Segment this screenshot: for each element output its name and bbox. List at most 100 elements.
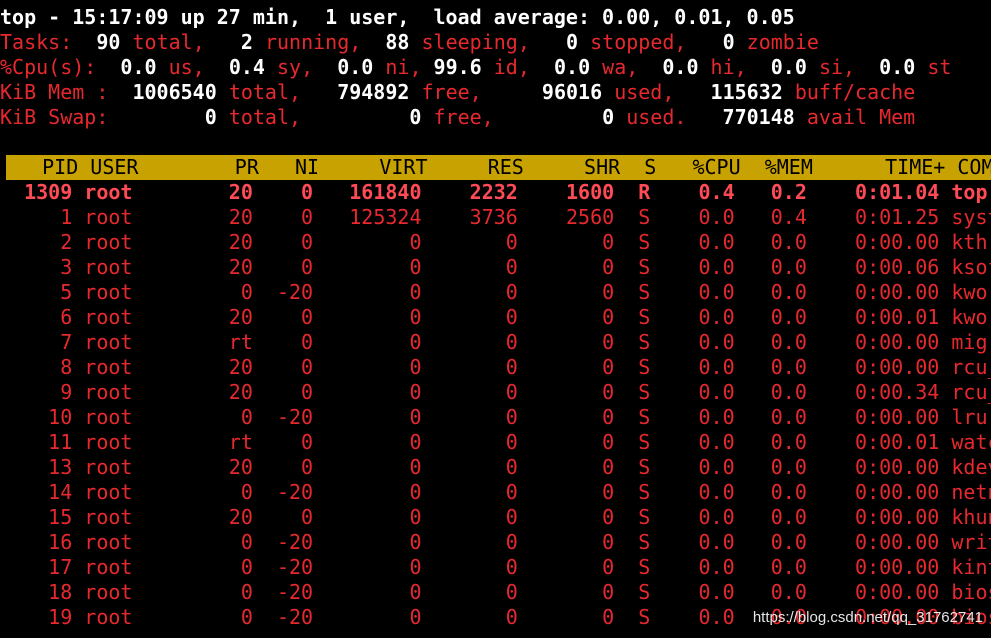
mem-used-label: used,: [614, 80, 675, 104]
process-row-shr: 0: [529, 405, 615, 429]
process-row-shr: 2560: [529, 205, 615, 229]
process-row-command: watchdog/0: [951, 430, 991, 454]
terminal-window[interactable]: top - 15:17:09 up 27 min, 1 user, load a…: [0, 5, 991, 630]
process-row-ni: -20: [264, 280, 314, 304]
process-row-state: S: [626, 505, 651, 529]
swap-avail: 770148: [722, 105, 795, 129]
process-row-ni: -20: [264, 530, 314, 554]
process-row-command: netns: [951, 480, 991, 504]
process-row-pid: 11: [0, 430, 73, 454]
process-row-state: S: [626, 405, 651, 429]
process-row-mem: 0.0: [746, 505, 807, 529]
process-row-user: root: [84, 405, 193, 429]
process-row-pid: 1309: [0, 180, 73, 204]
column-header-res: RES: [439, 155, 524, 179]
process-row-state: S: [626, 530, 651, 554]
process-row-virt: 0: [325, 380, 422, 404]
process-row-time: 0:00.01: [818, 430, 940, 454]
process-row-shr: 0: [529, 355, 615, 379]
process-row-shr: 0: [529, 505, 615, 529]
process-row[interactable]: 2 root 20 0 0 0 0 S 0.0 0.0 0:00.00 kthr…: [0, 230, 991, 255]
process-row-state: S: [626, 305, 651, 329]
process-row-res: 0: [433, 280, 518, 304]
process-row-pr: 20: [204, 380, 253, 404]
process-row-res: 0: [433, 330, 518, 354]
process-row-shr: 0: [529, 555, 615, 579]
process-row-res: 3736: [433, 205, 518, 229]
process-row[interactable]: 9 root 20 0 0 0 0 S 0.0 0.0 0:00.34 rcu_…: [0, 380, 991, 405]
process-row-shr: 0: [529, 580, 615, 604]
process-row[interactable]: 5 root 0 -20 0 0 0 S 0.0 0.0 0:00.00 kwo…: [0, 280, 991, 305]
process-row-state: S: [626, 255, 651, 279]
mem-line: KiB Mem : 1006540 total, 794892 free, 96…: [0, 80, 991, 105]
cpu-us: 0.0: [120, 55, 157, 79]
process-row[interactable]: 7 root rt 0 0 0 0 S 0.0 0.0 0:00.00 migr…: [0, 330, 991, 355]
column-header-command: COMMAND: [957, 155, 991, 179]
process-row-state: S: [626, 580, 651, 604]
cpu-si-label: si,: [818, 55, 856, 79]
process-row-time: 0:00.00: [818, 405, 940, 429]
process-row-command: bioset: [951, 580, 991, 604]
swap-free: 0: [409, 105, 422, 129]
process-row-state: S: [626, 380, 651, 404]
process-row-res: 0: [433, 530, 518, 554]
process-row[interactable]: 18 root 0 -20 0 0 0 S 0.0 0.0 0:00.00 bi…: [0, 580, 991, 605]
process-row[interactable]: 1 root 20 0 125324 3736 2560 S 0.0 0.4 0…: [0, 205, 991, 230]
process-row-virt: 0: [325, 530, 422, 554]
process-row[interactable]: 1309 root 20 0 161840 2232 1600 R 0.4 0.…: [0, 180, 991, 205]
process-row-mem: 0.0: [746, 480, 807, 504]
process-row-state: S: [626, 605, 651, 629]
process-row-virt: 0: [325, 230, 422, 254]
column-header-virt: VIRT: [331, 155, 428, 179]
process-row[interactable]: 8 root 20 0 0 0 0 S 0.0 0.0 0:00.00 rcu_…: [0, 355, 991, 380]
process-row-pr: 0: [204, 555, 253, 579]
process-row-user: root: [84, 355, 193, 379]
process-row-ni: 0: [264, 380, 314, 404]
process-row-user: root: [84, 280, 193, 304]
mem-free: 794892: [337, 80, 410, 104]
process-row[interactable]: 17 root 0 -20 0 0 0 S 0.0 0.0 0:00.00 ki…: [0, 555, 991, 580]
process-row-ni: -20: [264, 555, 314, 579]
process-row-mem: 0.0: [746, 430, 807, 454]
process-row-virt: 0: [325, 305, 422, 329]
cpu-st-label: st: [927, 55, 952, 79]
process-row-ni: -20: [264, 405, 314, 429]
process-row-mem: 0.4: [746, 205, 807, 229]
process-row[interactable]: 10 root 0 -20 0 0 0 S 0.0 0.0 0:00.00 lr…: [0, 405, 991, 430]
process-table-header[interactable]: PID USER PR NI VIRT RES SHR S %CPU %MEM …: [6, 155, 991, 180]
tasks-stopped-label: stopped,: [590, 30, 687, 54]
tasks-sleeping: 88: [385, 30, 410, 54]
process-row-pid: 19: [0, 605, 73, 629]
process-row[interactable]: 11 root rt 0 0 0 0 S 0.0 0.0 0:00.01 wat…: [0, 430, 991, 455]
process-row-cpu: 0.0: [662, 530, 735, 554]
process-row-shr: 0: [529, 605, 615, 629]
process-row-state: S: [626, 480, 651, 504]
process-row[interactable]: 3 root 20 0 0 0 0 S 0.0 0.0 0:00.06 ksof…: [0, 255, 991, 280]
column-header-mem: %MEM: [752, 155, 813, 179]
process-row-user: root: [84, 555, 193, 579]
process-row-pid: 15: [0, 505, 73, 529]
mem-total: 1006540: [132, 80, 217, 104]
process-row[interactable]: 15 root 20 0 0 0 0 S 0.0 0.0 0:00.00 khu…: [0, 505, 991, 530]
process-row[interactable]: 16 root 0 -20 0 0 0 S 0.0 0.0 0:00.00 wr…: [0, 530, 991, 555]
process-row-res: 0: [433, 455, 518, 479]
swap-avail-label: avail Mem: [806, 105, 916, 129]
process-row-command: top: [951, 180, 988, 204]
process-row-pr: 20: [204, 230, 253, 254]
cpu-label: %Cpu(s):: [0, 55, 97, 79]
process-row-command: migration/0: [951, 330, 991, 354]
process-row-pid: 14: [0, 480, 73, 504]
cpu-line: %Cpu(s): 0.0 us, 0.4 sy, 0.0 ni, 99.6 id…: [0, 55, 991, 80]
cpu-sy-label: sy,: [276, 55, 314, 79]
process-row-time: 0:01.25: [818, 205, 940, 229]
process-list[interactable]: 1309 root 20 0 161840 2232 1600 R 0.4 0.…: [0, 180, 991, 630]
process-row[interactable]: 6 root 20 0 0 0 0 S 0.0 0.0 0:00.01 kwor…: [0, 305, 991, 330]
process-row[interactable]: 13 root 20 0 0 0 0 S 0.0 0.0 0:00.00 kde…: [0, 455, 991, 480]
process-row[interactable]: 14 root 0 -20 0 0 0 S 0.0 0.0 0:00.00 ne…: [0, 480, 991, 505]
process-row-pr: 0: [204, 605, 253, 629]
process-row-shr: 0: [529, 280, 615, 304]
process-row-cpu: 0.0: [662, 255, 735, 279]
process-row-ni: 0: [264, 255, 314, 279]
swap-label: KiB Swap:: [0, 105, 109, 129]
process-row-res: 0: [433, 230, 518, 254]
